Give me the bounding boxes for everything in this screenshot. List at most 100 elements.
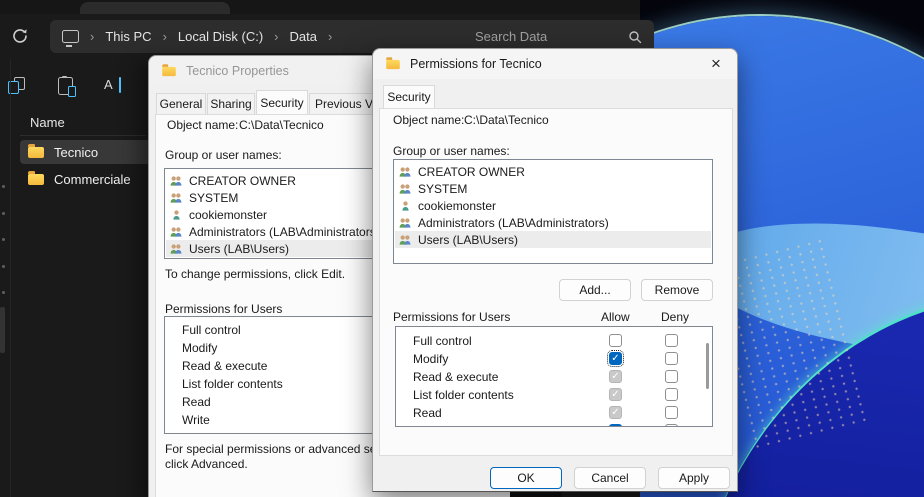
refresh-icon[interactable] [10, 26, 30, 46]
paste-icon[interactable] [58, 77, 73, 95]
breadcrumb-item[interactable]: This PC [105, 29, 151, 44]
permission-row[interactable]: Read [397, 404, 711, 422]
allow-checkbox[interactable] [609, 406, 622, 419]
deny-checkbox[interactable] [665, 334, 678, 347]
user-list-item[interactable]: Administrators (LAB\Administrators) [395, 214, 711, 231]
user-list-item[interactable]: SYSTEM [166, 189, 388, 206]
deny-checkbox[interactable] [665, 352, 678, 365]
permission-row[interactable]: Modify [397, 350, 711, 368]
cancel-button[interactable]: Cancel [574, 467, 646, 489]
search-icon[interactable] [628, 30, 642, 44]
breadcrumb-item[interactable]: Local Disk (C:) [178, 29, 263, 44]
tab-sharing[interactable]: Sharing [207, 93, 255, 114]
breadcrumb-chevron-icon: › [328, 30, 332, 43]
explorer-tab[interactable] [80, 2, 230, 14]
advanced-hint-line2: click Advanced. [165, 457, 248, 471]
permissions-for-users-label: Permissions for Users [165, 302, 282, 316]
permission-row[interactable]: Read [166, 393, 388, 411]
permission-row[interactable]: Special permissions [166, 429, 388, 434]
deny-checkbox[interactable] [665, 406, 678, 419]
group-user-list[interactable]: CREATOR OWNER SYSTEM cookiemonster Administ… [393, 159, 713, 264]
deny-checkbox[interactable] [665, 388, 678, 401]
permission-name: Special permissions [182, 431, 289, 434]
tree-bullet [2, 212, 5, 215]
permissions-checkbox-list[interactable]: Full controlModifyRead & executeList fol… [395, 326, 713, 427]
breadcrumb-item[interactable]: Data [290, 29, 317, 44]
ok-button[interactable]: OK [490, 467, 562, 489]
breadcrumb-chevron-icon: › [90, 30, 94, 43]
user-list-item[interactable]: cookiemonster [395, 197, 711, 214]
close-icon[interactable]: × [703, 52, 729, 76]
user-list-item[interactable]: Users (LAB\Users) [395, 231, 711, 248]
permission-row[interactable]: Modify [166, 339, 388, 357]
folder-icon [28, 174, 44, 185]
permission-row[interactable]: Write [397, 422, 711, 427]
user-list-item[interactable]: Users (LAB\Users) [166, 240, 388, 257]
group-icon [398, 183, 413, 194]
nav-scrollbar[interactable] [0, 307, 5, 353]
deny-checkbox[interactable] [665, 424, 678, 427]
user-list-item[interactable]: Administrators (LAB\Administrators) [166, 223, 388, 240]
permissions-dialog-titlebar[interactable]: Permissions for Tecnico × [373, 49, 737, 79]
tab-general[interactable]: General [156, 93, 206, 114]
group-user-names-label: Group or user names: [165, 148, 282, 162]
user-list-item[interactable]: SYSTEM [395, 180, 711, 197]
deny-column-header: Deny [661, 310, 689, 324]
group-icon [398, 166, 413, 177]
screen: ›This PC›Local Disk (C:)›Data› Search Da… [0, 0, 924, 497]
user-name: cookiemonster [189, 208, 267, 222]
group-icon [169, 243, 184, 254]
search-placeholder: Search Data [475, 29, 547, 44]
allow-checkbox[interactable] [609, 388, 622, 401]
permission-name: Read & execute [182, 359, 267, 373]
tab-security[interactable]: Security [256, 90, 308, 114]
rename-icon[interactable]: A [104, 77, 124, 94]
user-list-item[interactable]: CREATOR OWNER [395, 163, 711, 180]
folder-icon [386, 59, 400, 68]
permissions-for-users-label: Permissions for Users [393, 310, 510, 324]
permission-row[interactable]: List folder contents [166, 375, 388, 393]
remove-button[interactable]: Remove [641, 279, 713, 301]
user-icon [398, 200, 413, 211]
group-user-names-label: Group or user names: [393, 144, 510, 158]
allow-checkbox[interactable] [609, 424, 622, 427]
add-button[interactable]: Add... [559, 279, 631, 301]
group-icon [169, 175, 184, 186]
allow-checkbox[interactable] [609, 334, 622, 347]
nav-pane-divider [10, 60, 11, 497]
permissions-list[interactable]: Full controlModify Read & execute List fol… [164, 316, 390, 434]
header-divider [20, 135, 146, 136]
permission-row[interactable]: Read & execute [397, 368, 711, 386]
permission-name: List folder contents [182, 377, 283, 391]
tab-security[interactable]: Security [383, 85, 435, 108]
allow-checkbox[interactable] [609, 370, 622, 383]
tree-bullet [2, 238, 5, 241]
permission-row[interactable]: Read & execute [166, 357, 388, 375]
object-name-label: Object name: [167, 118, 238, 132]
user-name: cookiemonster [418, 199, 496, 213]
breadcrumb-chevron-icon: › [274, 30, 278, 43]
permission-row[interactable]: Full control [397, 332, 711, 350]
allow-column-header: Allow [601, 310, 630, 324]
group-user-list[interactable]: CREATOR OWNER SYSTEM cookiemonsterAdminist… [164, 168, 390, 259]
deny-checkbox[interactable] [665, 370, 678, 383]
column-header-name[interactable]: Name [30, 115, 65, 130]
group-icon [169, 192, 184, 203]
tree-bullet [2, 185, 5, 188]
permission-row[interactable]: List folder contents [397, 386, 711, 404]
folder-icon [28, 147, 44, 158]
edit-hint: To change permissions, click Edit. [165, 267, 345, 281]
file-name: Commerciale [54, 172, 131, 187]
allow-checkbox[interactable] [609, 352, 622, 365]
user-name: SYSTEM [418, 182, 467, 196]
permission-row[interactable]: Write [166, 411, 388, 429]
user-list-item[interactable]: cookiemonster [166, 206, 388, 223]
user-name: Administrators (LAB\Administrators) [418, 216, 609, 230]
user-name: SYSTEM [189, 191, 238, 205]
group-icon [169, 226, 184, 237]
permissions-dialog: Permissions for Tecnico × Security Objec… [372, 48, 738, 492]
group-icon [398, 234, 413, 245]
permission-row[interactable]: Full control [166, 321, 388, 339]
user-list-item[interactable]: CREATOR OWNER [166, 172, 388, 189]
apply-button[interactable]: Apply [658, 467, 730, 489]
